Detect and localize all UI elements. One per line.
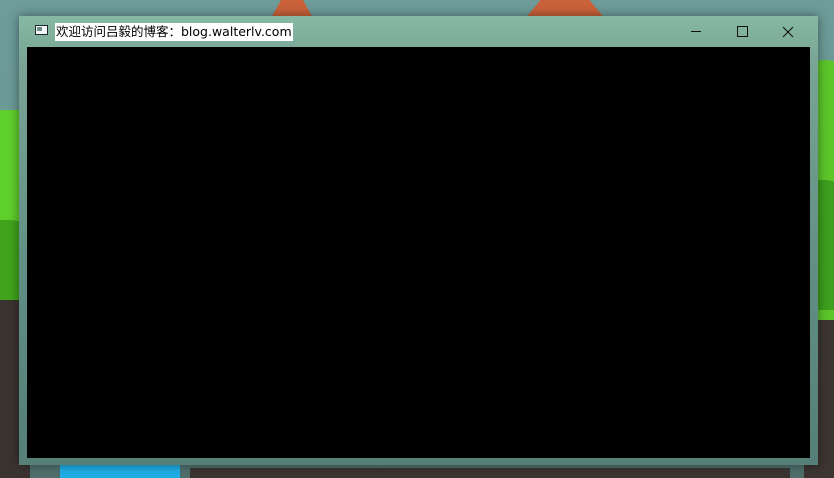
window-title: 欢迎访问吕毅的博客：blog.walterlv.com [55, 23, 293, 41]
window-app-icon[interactable] [35, 25, 48, 35]
maximize-icon [736, 26, 748, 37]
client-area[interactable] [27, 47, 810, 458]
maximize-button[interactable] [719, 16, 765, 47]
minimize-button[interactable] [673, 16, 719, 47]
wallpaper-ground [190, 468, 790, 478]
title-bar[interactable]: 欢迎访问吕毅的博客：blog.walterlv.com [19, 16, 818, 47]
close-icon [782, 26, 794, 37]
close-button[interactable] [765, 16, 811, 47]
minimize-icon [691, 31, 701, 32]
app-window: 欢迎访问吕毅的博客：blog.walterlv.com [19, 16, 818, 465]
